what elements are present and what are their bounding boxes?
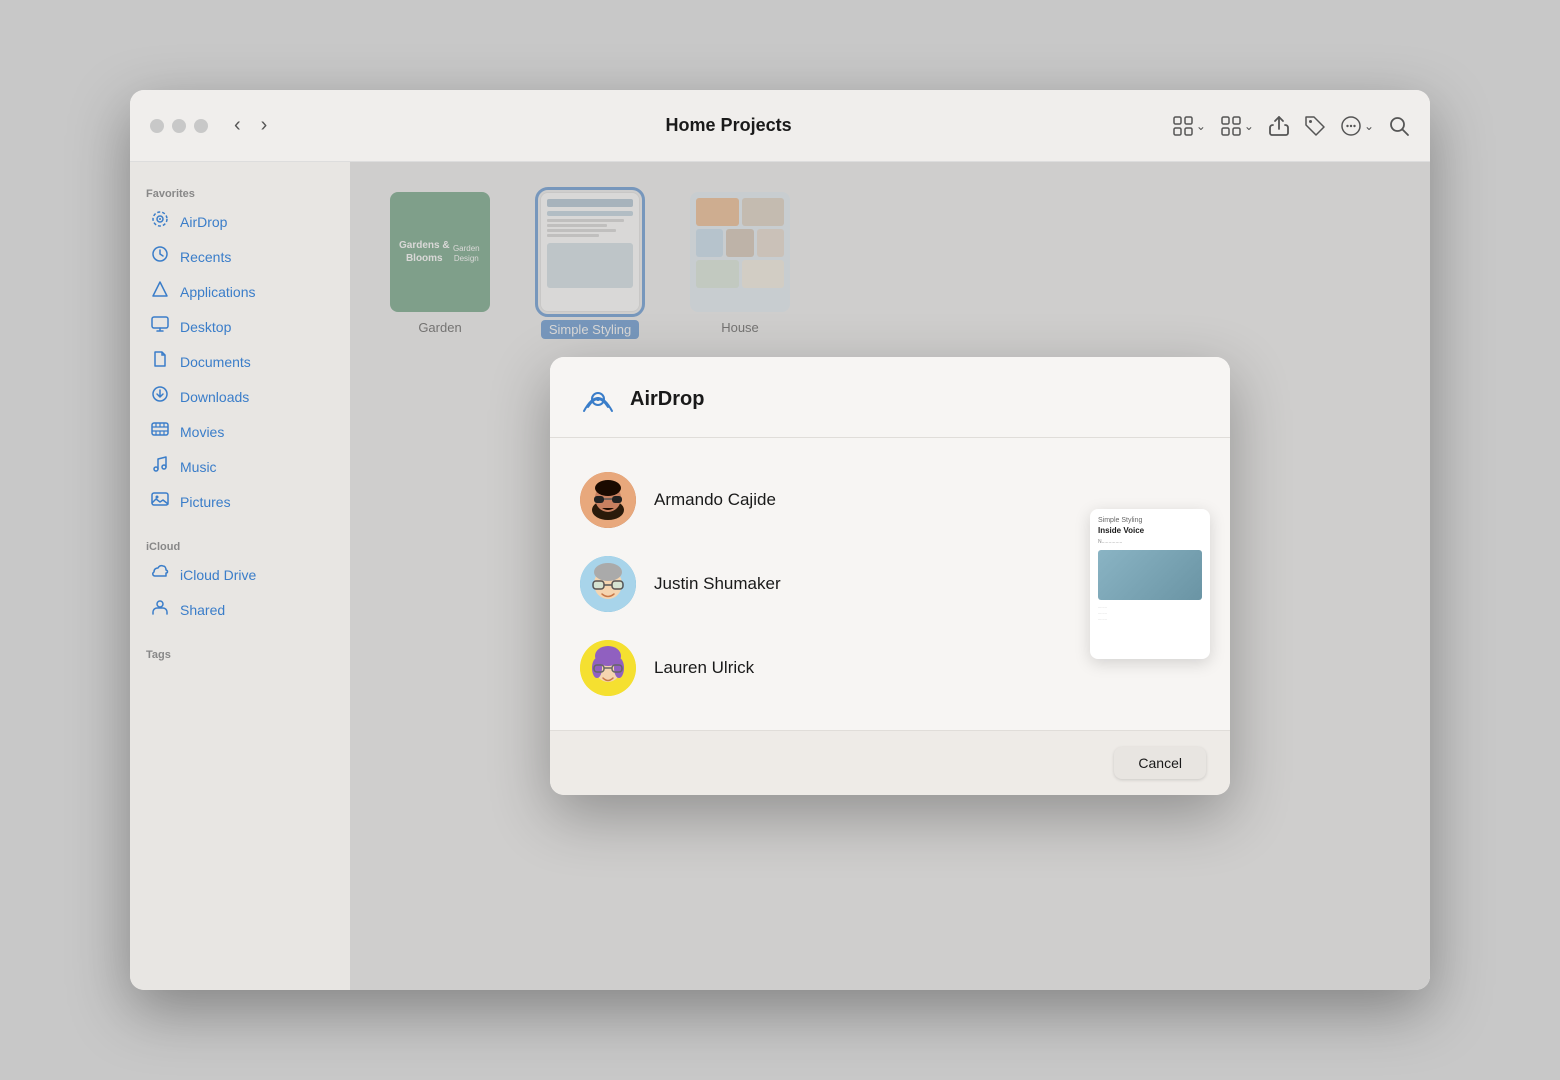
sidebar-item-airdrop[interactable]: AirDrop [134, 204, 346, 239]
sidebar-item-recents[interactable]: Recents [134, 239, 346, 274]
airdrop-sidebar-icon [150, 210, 170, 233]
close-button[interactable] [150, 119, 164, 133]
sidebar-item-movies[interactable]: Movies [134, 414, 346, 449]
favorites-section-label: Favorites [130, 178, 350, 204]
desktop-label: Desktop [180, 319, 231, 335]
recents-label: Recents [180, 249, 231, 265]
icloud-drive-label: iCloud Drive [180, 567, 256, 583]
window-title: Home Projects [285, 115, 1171, 136]
recents-icon [150, 245, 170, 268]
contact-name-justin: Justin Shumaker [654, 574, 781, 594]
file-area: Gardens & Blooms Garden Design Garden [350, 162, 1430, 990]
downloads-icon [150, 385, 170, 408]
avatar-armando [580, 472, 636, 528]
view-icon[interactable]: ⌄ [1172, 115, 1206, 137]
contact-item-lauren[interactable]: Lauren Ulrick [550, 626, 1070, 710]
contact-item-armando[interactable]: Armando Cajide [550, 458, 1070, 542]
share-icon[interactable] [1268, 115, 1290, 137]
contact-name-lauren: Lauren Ulrick [654, 658, 754, 678]
cancel-button[interactable]: Cancel [1114, 747, 1206, 779]
sidebar-item-shared[interactable]: Shared [134, 592, 346, 627]
icloud-drive-icon [150, 563, 170, 586]
contact-list: Armando Cajide [550, 458, 1070, 710]
more-chevron-icon: ⌄ [1364, 119, 1374, 133]
search-icon[interactable] [1388, 115, 1410, 137]
back-button[interactable]: ‹ [228, 112, 247, 139]
tags-section-label: Tags [130, 639, 350, 665]
avatar-justin [580, 556, 636, 612]
avatar-lauren [580, 640, 636, 696]
sidebar: Favorites AirDrop [130, 162, 350, 990]
modal-body: Armando Cajide [550, 438, 1230, 730]
contact-item-justin[interactable]: Justin Shumaker [550, 542, 1070, 626]
documents-label: Documents [180, 354, 251, 370]
traffic-lights [150, 119, 208, 133]
group-chevron-icon: ⌄ [1244, 119, 1254, 133]
music-label: Music [180, 459, 217, 475]
movies-label: Movies [180, 424, 224, 440]
sidebar-item-applications[interactable]: Applications [134, 274, 346, 309]
sidebar-item-desktop[interactable]: Desktop [134, 309, 346, 344]
airdrop-modal: AirDrop [550, 357, 1230, 795]
desktop-icon [150, 315, 170, 338]
music-icon [150, 455, 170, 478]
applications-label: Applications [180, 284, 256, 300]
preview-subtitle: Simple Styling [1098, 517, 1202, 524]
shared-label: Shared [180, 602, 225, 618]
sidebar-item-documents[interactable]: Documents [134, 344, 346, 379]
preview-body-text: N............... [1098, 539, 1202, 546]
sidebar-item-icloud-drive[interactable]: iCloud Drive [134, 557, 346, 592]
modal-footer: Cancel [550, 730, 1230, 795]
preview-heading: Inside Voice [1098, 526, 1202, 535]
modal-overlay: AirDrop [350, 162, 1430, 990]
tag-icon[interactable] [1304, 115, 1326, 137]
downloads-label: Downloads [180, 389, 249, 405]
forward-button[interactable]: › [255, 112, 274, 139]
pictures-icon [150, 490, 170, 513]
sidebar-item-music[interactable]: Music [134, 449, 346, 484]
finder-window: ‹ › Home Projects ⌄ [130, 90, 1430, 990]
documents-icon [150, 350, 170, 373]
nav-arrows: ‹ › [228, 112, 273, 139]
preview-image [1098, 550, 1202, 600]
modal-header: AirDrop [550, 357, 1230, 438]
toolbar-right: ⌄ ⌄ [1172, 115, 1410, 137]
contact-name-armando: Armando Cajide [654, 490, 776, 510]
file-preview-card: Simple Styling Inside Voice N...........… [1090, 509, 1210, 659]
modal-title: AirDrop [630, 388, 704, 411]
minimize-button[interactable] [172, 119, 186, 133]
view-chevron-icon: ⌄ [1196, 119, 1206, 133]
sidebar-item-downloads[interactable]: Downloads [134, 379, 346, 414]
group-icon[interactable]: ⌄ [1220, 115, 1254, 137]
sidebar-item-pictures[interactable]: Pictures [134, 484, 346, 519]
icloud-section-label: iCloud [130, 531, 350, 557]
maximize-button[interactable] [194, 119, 208, 133]
main-content: Favorites AirDrop [130, 162, 1430, 990]
applications-icon [150, 280, 170, 303]
pictures-label: Pictures [180, 494, 231, 510]
titlebar: ‹ › Home Projects ⌄ [130, 90, 1430, 162]
airdrop-label: AirDrop [180, 214, 227, 230]
airdrop-modal-icon [580, 381, 616, 417]
shared-icon [150, 598, 170, 621]
preview-area: Simple Styling Inside Voice N...........… [1070, 458, 1230, 710]
movies-icon [150, 420, 170, 443]
preview-bottom-text: ........................ [1098, 604, 1202, 622]
more-icon[interactable]: ⌄ [1340, 115, 1374, 137]
